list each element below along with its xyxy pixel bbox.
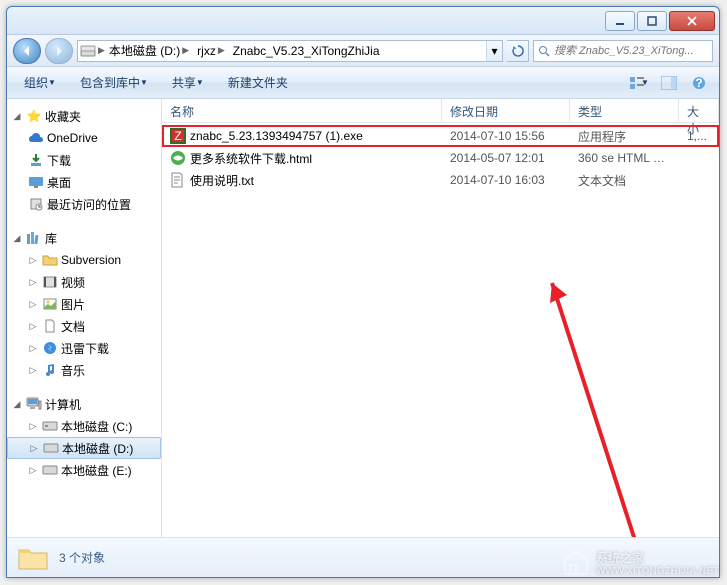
search-box[interactable] xyxy=(533,40,713,62)
include-library-button[interactable]: 包含到库中 ▼ xyxy=(71,70,157,95)
sidebar-drive-e[interactable]: ▷本地磁盘 (E:) xyxy=(7,459,161,481)
new-folder-button[interactable]: 新建文件夹 xyxy=(219,70,297,95)
computer-icon xyxy=(25,396,43,412)
drive-icon xyxy=(78,44,98,58)
view-button[interactable]: ▼ xyxy=(627,71,651,95)
sidebar[interactable]: ◢⭐收藏夹 OneDrive 下载 桌面 最近访问的位置 ◢库 ▷Subvers… xyxy=(7,99,162,537)
sidebar-xunlei[interactable]: ▷迅雷下载 xyxy=(7,337,161,359)
xunlei-icon xyxy=(41,340,59,356)
cloud-icon xyxy=(27,130,45,146)
html-icon xyxy=(170,150,186,166)
exe-icon: Z xyxy=(170,128,186,144)
maximize-button[interactable] xyxy=(637,11,667,31)
star-icon: ⭐ xyxy=(25,108,43,124)
column-name[interactable]: 名称 xyxy=(162,99,442,122)
organize-button[interactable]: 组织 ▼ xyxy=(15,70,65,95)
sidebar-drive-c[interactable]: ▷本地磁盘 (C:) xyxy=(7,415,161,437)
close-button[interactable] xyxy=(669,11,715,31)
sidebar-onedrive[interactable]: OneDrive xyxy=(7,127,161,149)
sidebar-pictures[interactable]: ▷图片 xyxy=(7,293,161,315)
toolbar: 组织 ▼ 包含到库中 ▼ 共享 ▼ 新建文件夹 ▼ ? xyxy=(7,67,719,99)
sidebar-subversion[interactable]: ▷Subversion xyxy=(7,249,161,271)
sidebar-documents[interactable]: ▷文档 xyxy=(7,315,161,337)
sidebar-computer[interactable]: ◢计算机 xyxy=(7,393,161,415)
video-icon xyxy=(41,274,59,290)
svg-text:Z: Z xyxy=(174,129,181,143)
status-count: 3 个对象 xyxy=(59,549,105,566)
column-type[interactable]: 类型 xyxy=(570,99,679,122)
sidebar-downloads[interactable]: 下载 xyxy=(7,149,161,171)
minimize-button[interactable] xyxy=(605,11,635,31)
file-type: 应用程序 xyxy=(570,128,679,145)
file-type: 文本文档 xyxy=(570,172,679,189)
titlebar xyxy=(7,7,719,35)
file-row[interactable]: Zznabc_5.23.1393494757 (1).exe 2014-07-1… xyxy=(162,125,719,147)
file-date: 2014-05-07 12:01 xyxy=(442,151,570,165)
explorer-window: ▶ 本地磁盘 (D:) ▶ rjxz ▶ Znabc_V5.23_XiTongZ… xyxy=(6,6,720,578)
drive-icon xyxy=(41,462,59,478)
file-date: 2014-07-10 15:56 xyxy=(442,129,570,143)
content-pane: 名称 修改日期 类型 大小 Zznabc_5.23.1393494757 (1)… xyxy=(162,99,719,537)
chevron-right-icon: ▶ xyxy=(98,45,105,56)
body: ◢⭐收藏夹 OneDrive 下载 桌面 最近访问的位置 ◢库 ▷Subvers… xyxy=(7,99,719,537)
column-size[interactable]: 大小 xyxy=(679,99,719,122)
file-row[interactable]: 使用说明.txt 2014-07-10 16:03 文本文档 xyxy=(162,169,719,191)
breadcrumb-folder-1[interactable]: rjxz ▶ xyxy=(193,41,229,61)
back-button[interactable] xyxy=(13,38,41,64)
recent-icon xyxy=(27,196,45,212)
file-list[interactable]: Zznabc_5.23.1393494757 (1).exe 2014-07-1… xyxy=(162,123,719,537)
breadcrumb-dropdown[interactable]: ▾ xyxy=(486,40,502,62)
column-date[interactable]: 修改日期 xyxy=(442,99,570,122)
folder-icon xyxy=(41,252,59,268)
column-headers: 名称 修改日期 类型 大小 xyxy=(162,99,719,123)
search-icon xyxy=(538,45,550,57)
desktop-icon xyxy=(27,174,45,190)
svg-text:?: ? xyxy=(695,76,702,90)
share-button[interactable]: 共享 ▼ xyxy=(163,70,213,95)
folder-icon xyxy=(17,544,49,572)
file-name: znabc_5.23.1393494757 (1).exe xyxy=(190,129,363,143)
annotation-arrow xyxy=(492,273,692,537)
sidebar-desktop[interactable]: 桌面 xyxy=(7,171,161,193)
txt-icon xyxy=(170,172,186,188)
sidebar-music[interactable]: ▷音乐 xyxy=(7,359,161,381)
picture-icon xyxy=(41,296,59,312)
download-icon xyxy=(27,152,45,168)
sidebar-favorites[interactable]: ◢⭐收藏夹 xyxy=(7,105,161,127)
sidebar-recent[interactable]: 最近访问的位置 xyxy=(7,193,161,215)
file-size: 1,... xyxy=(679,129,719,143)
search-input[interactable] xyxy=(554,45,708,57)
file-type: 360 se HTML Do... xyxy=(570,151,679,165)
breadcrumb[interactable]: ▶ 本地磁盘 (D:) ▶ rjxz ▶ Znabc_V5.23_XiTongZ… xyxy=(77,40,503,62)
library-icon xyxy=(25,230,43,246)
forward-button[interactable] xyxy=(45,38,73,64)
sidebar-drive-d[interactable]: ▷本地磁盘 (D:) xyxy=(7,437,161,459)
refresh-button[interactable] xyxy=(507,40,529,62)
breadcrumb-drive[interactable]: 本地磁盘 (D:) ▶ xyxy=(105,41,193,61)
file-name: 使用说明.txt xyxy=(190,172,254,189)
music-icon xyxy=(41,362,59,378)
breadcrumb-folder-2[interactable]: Znabc_V5.23_XiTongZhiJia xyxy=(229,41,384,61)
preview-pane-button[interactable] xyxy=(657,71,681,95)
document-icon xyxy=(41,318,59,334)
drive-icon xyxy=(41,418,59,434)
file-date: 2014-07-10 16:03 xyxy=(442,173,570,187)
file-row[interactable]: 更多系统软件下载.html 2014-05-07 12:01 360 se HT… xyxy=(162,147,719,169)
help-button[interactable]: ? xyxy=(687,71,711,95)
sidebar-videos[interactable]: ▷视频 xyxy=(7,271,161,293)
watermark: 系统之家 WWW.XITONGZHIJIA.NET xyxy=(562,549,719,577)
sidebar-libraries[interactable]: ◢库 xyxy=(7,227,161,249)
drive-icon xyxy=(42,440,60,456)
navbar: ▶ 本地磁盘 (D:) ▶ rjxz ▶ Znabc_V5.23_XiTongZ… xyxy=(7,35,719,67)
file-name: 更多系统软件下载.html xyxy=(190,150,312,167)
